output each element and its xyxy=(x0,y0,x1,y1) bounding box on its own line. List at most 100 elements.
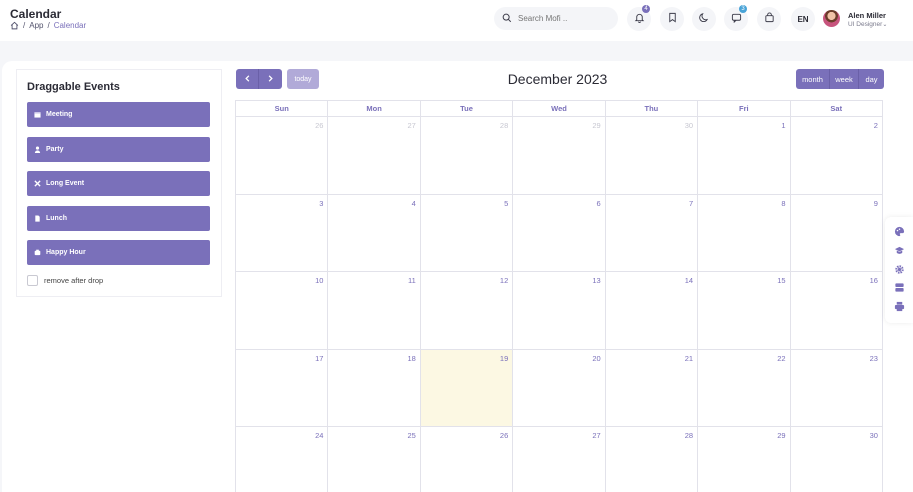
day-cell[interactable]: 3 xyxy=(236,194,329,272)
day-number[interactable]: 18 xyxy=(408,354,416,363)
dark-mode-button[interactable] xyxy=(692,7,716,31)
day-number[interactable]: 29 xyxy=(777,431,785,440)
remove-after-drop-checkbox[interactable] xyxy=(27,275,38,286)
day-number[interactable]: 19 xyxy=(500,354,508,363)
day-cell[interactable]: 18 xyxy=(328,349,421,427)
day-number[interactable]: 26 xyxy=(315,121,323,130)
day-cell[interactable]: 30 xyxy=(605,117,699,195)
day-number[interactable]: 7 xyxy=(689,199,693,208)
language-selector[interactable]: EN xyxy=(791,7,815,31)
day-number[interactable]: 12 xyxy=(500,276,508,285)
day-cell[interactable]: 28 xyxy=(606,427,699,492)
palette-icon[interactable] xyxy=(894,226,905,237)
day-number[interactable]: 21 xyxy=(685,354,693,363)
day-cell[interactable]: 30 xyxy=(791,427,883,492)
day-number[interactable]: 15 xyxy=(777,276,785,285)
day-cell[interactable]: 7 xyxy=(605,194,699,272)
day-number[interactable]: 16 xyxy=(870,276,878,285)
day-cell-today[interactable]: 19 xyxy=(420,349,514,427)
day-number[interactable]: 30 xyxy=(870,431,878,440)
day-number[interactable]: 2 xyxy=(874,121,878,130)
event-meeting[interactable]: Meeting xyxy=(27,102,210,127)
event-happy-hour[interactable]: Happy Hour xyxy=(27,240,210,265)
day-number[interactable]: 26 xyxy=(500,431,508,440)
day-cell[interactable]: 24 xyxy=(236,427,329,492)
day-cell[interactable]: 12 xyxy=(420,272,514,350)
day-number[interactable]: 3 xyxy=(319,199,323,208)
search-box[interactable] xyxy=(494,7,618,30)
home-icon[interactable] xyxy=(10,21,19,30)
day-number[interactable]: 6 xyxy=(597,199,601,208)
notification-button[interactable]: 4 xyxy=(627,5,651,31)
event-lunch[interactable]: Lunch xyxy=(27,206,210,231)
avatar[interactable] xyxy=(823,10,840,27)
day-number[interactable]: 22 xyxy=(777,354,785,363)
day-cell[interactable]: 28 xyxy=(420,117,514,195)
cart-button[interactable] xyxy=(757,7,781,31)
day-cell[interactable]: 14 xyxy=(605,272,699,350)
day-number[interactable]: 24 xyxy=(315,431,323,440)
day-cell[interactable]: 10 xyxy=(236,272,329,350)
day-cell[interactable]: 22 xyxy=(698,349,791,427)
today-button[interactable]: today xyxy=(287,69,319,89)
day-cell[interactable]: 21 xyxy=(605,349,699,427)
next-button[interactable] xyxy=(259,69,282,89)
graduation-cap-icon[interactable] xyxy=(894,245,905,256)
day-cell[interactable]: 29 xyxy=(513,117,606,195)
day-cell[interactable]: 27 xyxy=(513,427,606,492)
bookmark-button[interactable] xyxy=(660,7,684,31)
storage-icon[interactable] xyxy=(894,282,905,293)
day-cell[interactable]: 2 xyxy=(790,117,883,195)
day-cell[interactable]: 26 xyxy=(236,117,329,195)
day-cell[interactable]: 27 xyxy=(328,117,421,195)
day-number[interactable]: 25 xyxy=(408,431,416,440)
breadcrumb-app[interactable]: App xyxy=(29,21,43,30)
view-month-button[interactable]: month xyxy=(796,69,830,89)
event-long-event[interactable]: Long Event xyxy=(27,171,210,196)
day-number[interactable]: 29 xyxy=(592,121,600,130)
remove-after-drop-option[interactable]: remove after drop xyxy=(27,275,103,286)
day-cell[interactable]: 29 xyxy=(698,427,791,492)
day-cell[interactable]: 26 xyxy=(421,427,514,492)
day-cell[interactable]: 25 xyxy=(328,427,421,492)
day-number[interactable]: 27 xyxy=(408,121,416,130)
view-day-button[interactable]: day xyxy=(859,69,884,89)
day-cell[interactable]: 16 xyxy=(790,272,883,350)
gear-icon[interactable] xyxy=(894,264,905,275)
day-cell[interactable]: 6 xyxy=(513,194,606,272)
day-number[interactable]: 27 xyxy=(592,431,600,440)
user-name[interactable]: Alen Miller xyxy=(848,11,886,20)
day-number[interactable]: 23 xyxy=(870,354,878,363)
day-cell[interactable]: 9 xyxy=(790,194,883,272)
day-number[interactable]: 4 xyxy=(412,199,416,208)
day-number[interactable]: 9 xyxy=(874,199,878,208)
day-cell[interactable]: 4 xyxy=(328,194,421,272)
day-number[interactable]: 14 xyxy=(685,276,693,285)
day-cell[interactable]: 20 xyxy=(513,349,606,427)
day-number[interactable]: 8 xyxy=(781,199,785,208)
day-cell[interactable]: 17 xyxy=(236,349,329,427)
day-number[interactable]: 1 xyxy=(781,121,785,130)
day-number[interactable]: 28 xyxy=(685,431,693,440)
day-number[interactable]: 20 xyxy=(592,354,600,363)
day-cell[interactable]: 23 xyxy=(790,349,883,427)
day-number[interactable]: 30 xyxy=(685,121,693,130)
day-cell[interactable]: 5 xyxy=(420,194,514,272)
day-cell[interactable]: 15 xyxy=(698,272,791,350)
day-cell[interactable]: 8 xyxy=(698,194,791,272)
user-role[interactable]: UI Designer⌄ xyxy=(848,21,887,28)
day-number[interactable]: 28 xyxy=(500,121,508,130)
day-number[interactable]: 11 xyxy=(408,276,416,285)
day-number[interactable]: 17 xyxy=(315,354,323,363)
printer-icon[interactable] xyxy=(894,301,905,312)
day-number[interactable]: 10 xyxy=(315,276,323,285)
day-cell[interactable]: 1 xyxy=(698,117,791,195)
event-party[interactable]: Party xyxy=(27,137,210,162)
day-cell[interactable]: 13 xyxy=(513,272,606,350)
view-week-button[interactable]: week xyxy=(830,69,859,89)
day-number[interactable]: 5 xyxy=(504,199,508,208)
messages-button[interactable]: 3 xyxy=(724,5,748,31)
prev-button[interactable] xyxy=(236,69,259,89)
search-input[interactable] xyxy=(518,14,608,23)
day-number[interactable]: 13 xyxy=(592,276,600,285)
